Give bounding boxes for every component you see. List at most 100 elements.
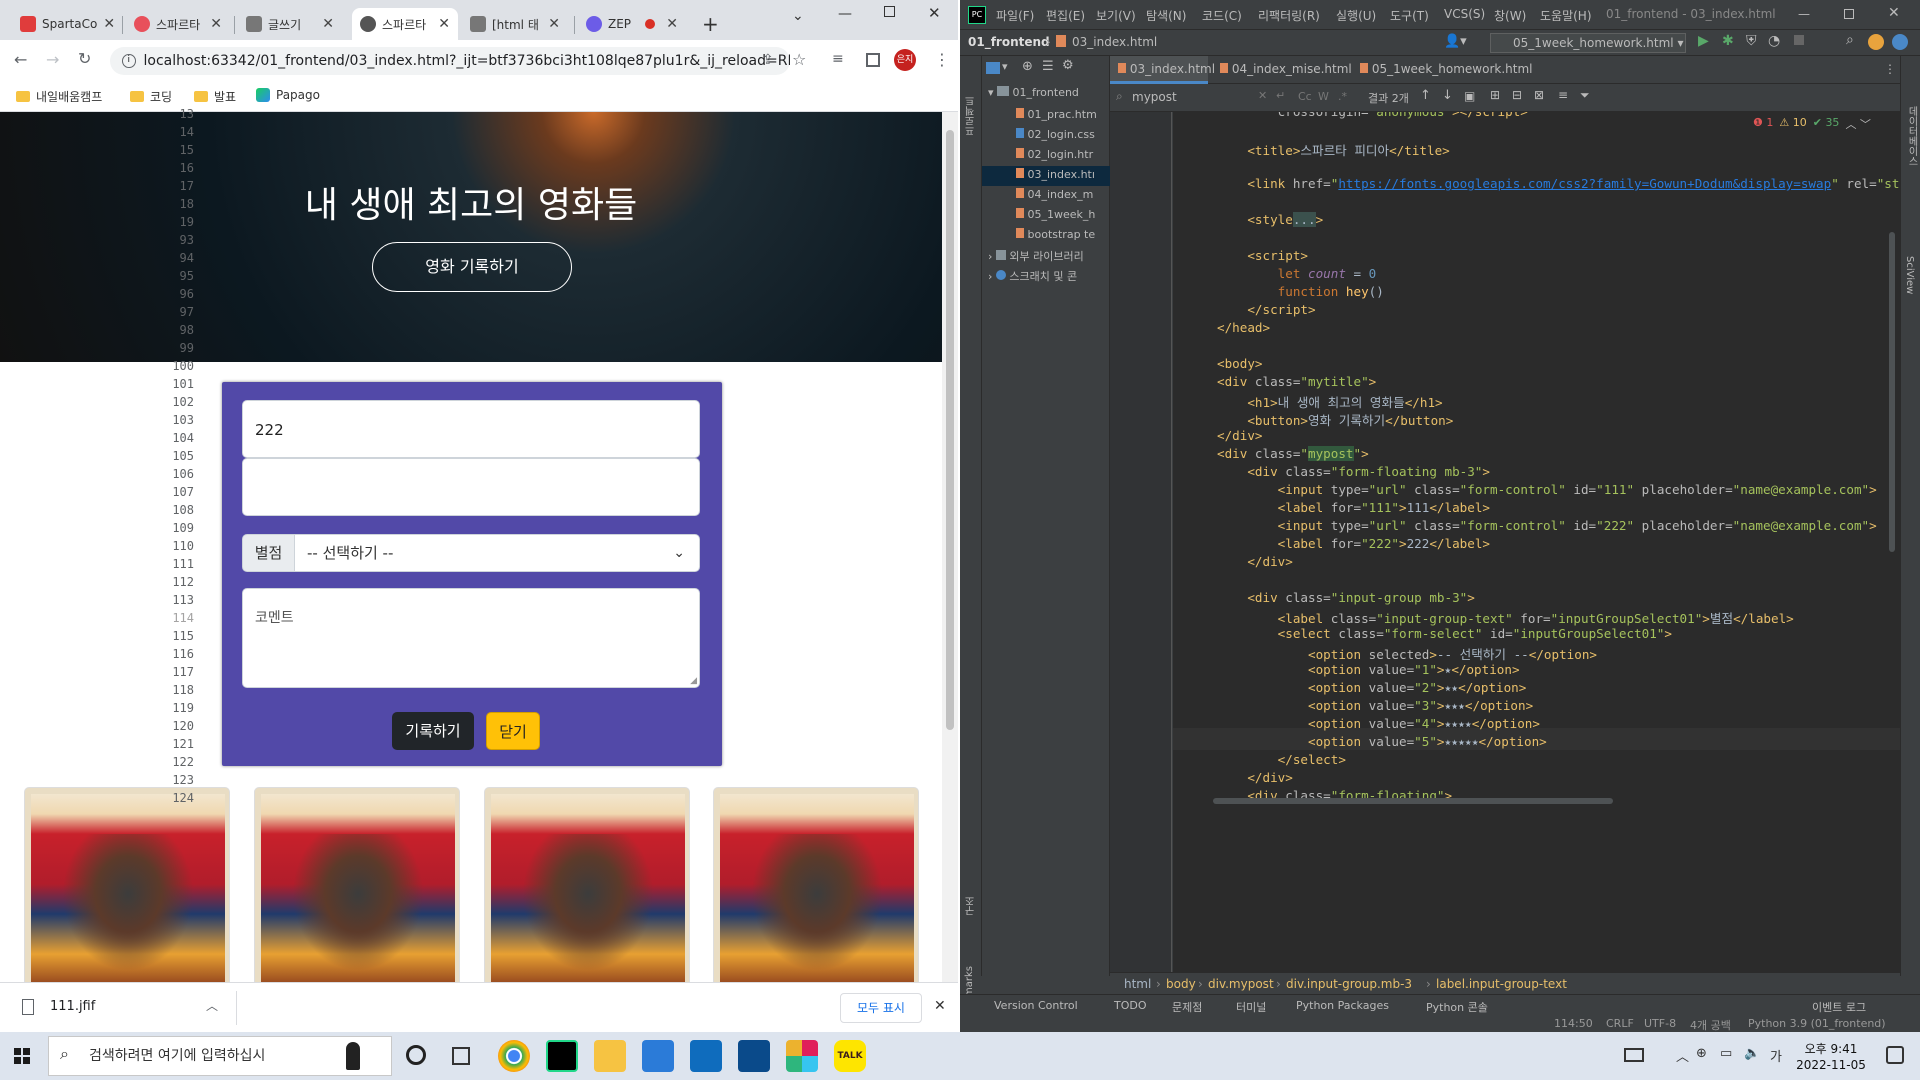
locate-icon[interactable]: ⊕	[1022, 59, 1033, 74]
close-tab-icon[interactable]: ✕	[666, 16, 678, 32]
reload-button[interactable]: ↻	[78, 49, 91, 68]
chrome-taskbar-icon[interactable]	[498, 1040, 530, 1072]
menu-window[interactable]: 창(W)	[1494, 7, 1526, 24]
clock-date[interactable]: 2022-11-05	[1796, 1058, 1866, 1072]
tool-todo[interactable]: TODO	[1114, 999, 1147, 1012]
star-rating-select[interactable]: -- 선택하기 -- ⌄	[294, 534, 700, 572]
tool-version-control[interactable]: Version Control	[994, 999, 1078, 1012]
tool-terminal[interactable]: 터미널	[1236, 999, 1266, 1015]
open-results-icon[interactable]: ▣	[1464, 89, 1475, 103]
tree-file[interactable]: 02_login.css	[1016, 128, 1095, 141]
debug-icon[interactable]: ✱	[1722, 33, 1734, 49]
menu-navigate[interactable]: 탐색(N)	[1146, 7, 1186, 24]
new-line-icon[interactable]: ↵	[1276, 89, 1285, 102]
run-config-select[interactable]: 05_1week_homework.html ▾	[1490, 33, 1686, 53]
tree-file[interactable]: 04_index_m	[1016, 188, 1093, 201]
bookmark-folder-presentation[interactable]: 발표	[194, 88, 236, 105]
file-explorer-icon[interactable]	[594, 1040, 626, 1072]
menu-view[interactable]: 보기(V)	[1096, 7, 1136, 24]
keyboard-icon[interactable]	[1624, 1048, 1644, 1062]
menu-refactor[interactable]: 리팩터링(R)	[1258, 7, 1320, 24]
indent-setting[interactable]: 4개 공백	[1690, 1017, 1731, 1032]
store-icon[interactable]	[642, 1040, 674, 1072]
next-occurrence-icon[interactable]: ↓	[1442, 88, 1453, 103]
remove-selection-icon[interactable]: ⊟	[1512, 88, 1522, 102]
collapse-all-icon[interactable]: ☰	[1042, 59, 1054, 74]
profile-run-icon[interactable]: ◔	[1768, 33, 1780, 49]
tab-spartacoding[interactable]: SpartaCo ✕	[12, 8, 120, 40]
task-view-icon[interactable]	[452, 1047, 470, 1065]
close-tab-icon[interactable]: ✕	[438, 16, 450, 32]
bookmark-papago[interactable]: Papago	[256, 88, 320, 102]
movie-card[interactable]	[713, 787, 919, 982]
menu-tools[interactable]: 도구(T)	[1390, 7, 1429, 24]
tab-html[interactable]: [html 태 ✕	[462, 8, 568, 40]
menu-edit[interactable]: 편집(E)	[1046, 7, 1085, 24]
tree-file[interactable]: 01_prac.htm	[1016, 108, 1097, 121]
back-button[interactable]: ←	[14, 50, 27, 69]
close-window-button[interactable]: ✕	[928, 4, 941, 22]
scrollbar-thumb[interactable]	[946, 130, 954, 730]
download-filename[interactable]: 111.jfif	[50, 999, 95, 1014]
breadcrumb-item[interactable]: div.mypost	[1208, 977, 1274, 991]
caret-position[interactable]: 114:50	[1554, 1017, 1593, 1030]
movie-card[interactable]	[254, 787, 460, 982]
profile-avatar[interactable]: 은지	[894, 49, 916, 71]
breadcrumb-item[interactable]: html	[1124, 977, 1151, 991]
filter-icon[interactable]: ⏷	[1580, 88, 1590, 103]
menu-file[interactable]: 파일(F)	[996, 7, 1034, 24]
search-everywhere-icon[interactable]: ⌕	[1846, 32, 1854, 48]
cortana-icon[interactable]	[406, 1045, 426, 1065]
kakaotalk-icon[interactable]: TALK	[834, 1040, 866, 1072]
regex-toggle[interactable]: .*	[1338, 90, 1347, 103]
url-input-111[interactable]: 222	[242, 400, 700, 458]
network-icon[interactable]: ⊕	[1696, 1046, 1707, 1061]
python-interpreter[interactable]: Python 3.9 (01_frontend)	[1748, 1017, 1886, 1030]
words-toggle[interactable]: W	[1318, 90, 1329, 103]
tree-external-libraries[interactable]: › 외부 라이브러리	[988, 248, 1084, 264]
sciview-tool-tab[interactable]: SciView	[1904, 256, 1915, 294]
tool-event-log[interactable]: 이벤트 로그	[1812, 999, 1866, 1015]
jetbrains-icon[interactable]	[1892, 34, 1908, 50]
editor-tab-04[interactable]: 04_index_mise.html	[1220, 62, 1352, 76]
bookmark-star-icon[interactable]: ☆	[792, 50, 806, 69]
ide-maximize-button[interactable]	[1844, 9, 1854, 19]
editor-tabs-menu-icon[interactable]: ⋮	[1884, 62, 1896, 76]
editor-tab-05[interactable]: 05_1week_homework.html	[1360, 62, 1532, 76]
breadcrumb-item[interactable]: div.input-group.mb-3	[1286, 977, 1412, 991]
close-tab-icon[interactable]: ✕	[210, 16, 222, 32]
comment-textarea[interactable]: 코멘트 ◢	[242, 588, 700, 688]
code-editor[interactable]: ❶ 1 ⚠ 10 ✔ 35 ︿ ﹀ crossorigin="anonymous…	[1173, 112, 1900, 972]
find-input[interactable]: mypost	[1132, 90, 1177, 104]
editor-scrollbar[interactable]	[1889, 232, 1895, 552]
close-downloads-icon[interactable]: ✕	[934, 998, 946, 1014]
editor-tab-03[interactable]: 03_index.html	[1118, 62, 1215, 76]
menu-run[interactable]: 실행(U)	[1336, 7, 1376, 24]
tab-sparta-1[interactable]: 스파르타 ✕	[126, 8, 230, 40]
ide-close-button[interactable]: ✕	[1888, 5, 1900, 21]
stop-icon[interactable]	[1794, 35, 1804, 45]
tree-file-selected[interactable]: 03_index.htı	[1016, 168, 1095, 181]
reading-list-icon[interactable]: ≡	[832, 51, 844, 67]
save-button[interactable]: 기록하기	[392, 712, 474, 750]
slack-icon[interactable]	[786, 1040, 818, 1072]
side-panel-icon[interactable]	[866, 53, 880, 67]
record-movie-button[interactable]: 영화 기록하기	[372, 242, 572, 292]
nav-project[interactable]: 01_frontend	[968, 35, 1050, 49]
tab-search-icon[interactable]: ⌄	[792, 8, 804, 24]
update-icon[interactable]	[1868, 34, 1884, 50]
close-button[interactable]: 닫기	[486, 712, 540, 750]
resize-handle-icon[interactable]: ◢	[690, 676, 697, 686]
taskbar-search-input[interactable]: 검색하려면 여기에 입력하십시	[48, 1036, 392, 1076]
inspection-widget[interactable]: ❶ 1 ⚠ 10 ✔ 35 ︿ ﹀	[1753, 116, 1871, 132]
volume-icon[interactable]: 🔈	[1744, 1046, 1760, 1061]
file-encoding[interactable]: UTF-8	[1644, 1017, 1676, 1030]
media-player-icon[interactable]	[738, 1040, 770, 1072]
new-tab-button[interactable]: +	[702, 12, 719, 36]
vcs-user-icon[interactable]: 👤▾	[1444, 34, 1467, 49]
windows-start-icon[interactable]	[14, 1048, 30, 1064]
tray-chevron-icon[interactable]: ︿	[1676, 1046, 1689, 1065]
project-view-icon[interactable]	[986, 62, 1000, 74]
download-options-icon[interactable]: ︿	[206, 997, 218, 1014]
clock-time[interactable]: 오후 9:41	[1796, 1040, 1866, 1057]
